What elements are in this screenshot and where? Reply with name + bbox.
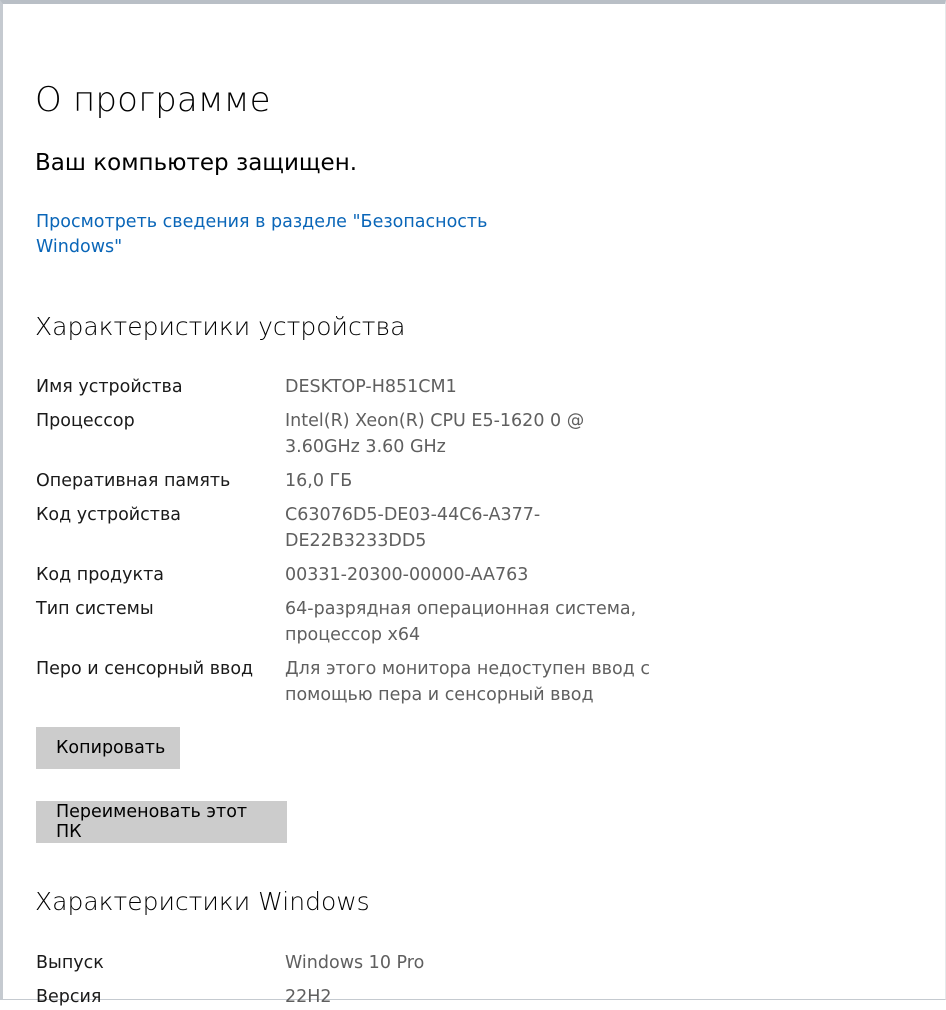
- rename-pc-button[interactable]: Переименовать этот ПК: [36, 801, 287, 843]
- spec-label: Процессор: [36, 411, 135, 431]
- spec-value: Intel(R) Xeon(R) CPU E5-1620 0 @ 3.60GHz…: [285, 411, 585, 457]
- spec-label: Имя устройства: [36, 377, 183, 397]
- spec-label: Код устройства: [36, 505, 182, 525]
- spec-value: 16,0 ГБ: [285, 471, 353, 491]
- protection-status: Ваш компьютер защищен.: [35, 150, 358, 176]
- device-specs-heading: Характеристики устройства: [35, 312, 406, 341]
- spec-value: Windows 10 Pro: [285, 953, 425, 973]
- spec-value: 00331-20300-00000-AA763: [285, 565, 529, 585]
- spec-label: Код продукта: [36, 565, 164, 585]
- spec-value: 22H2: [285, 987, 332, 1007]
- page-title: О программе: [35, 80, 271, 120]
- spec-value: 64-разрядная операционная система, проце…: [285, 599, 637, 645]
- windows-security-link[interactable]: Просмотреть сведения в разделе "Безопасн…: [36, 210, 496, 260]
- spec-label: Тип системы: [36, 599, 154, 619]
- windows-specs-heading: Характеристики Windows: [35, 887, 370, 916]
- copy-button[interactable]: Копировать: [36, 727, 180, 769]
- spec-label: Выпуск: [36, 953, 104, 973]
- spec-value: C63076D5-DE03-44C6-A377-DE22B3233DD5: [285, 505, 541, 551]
- spec-label: Перо и сенсорный ввод: [36, 659, 254, 679]
- spec-value: Для этого монитора недоступен ввод с пом…: [285, 659, 650, 705]
- spec-label: Версия: [36, 987, 102, 1007]
- spec-value: DESKTOP-H851CM1: [285, 377, 457, 397]
- spec-label: Оперативная память: [36, 471, 231, 491]
